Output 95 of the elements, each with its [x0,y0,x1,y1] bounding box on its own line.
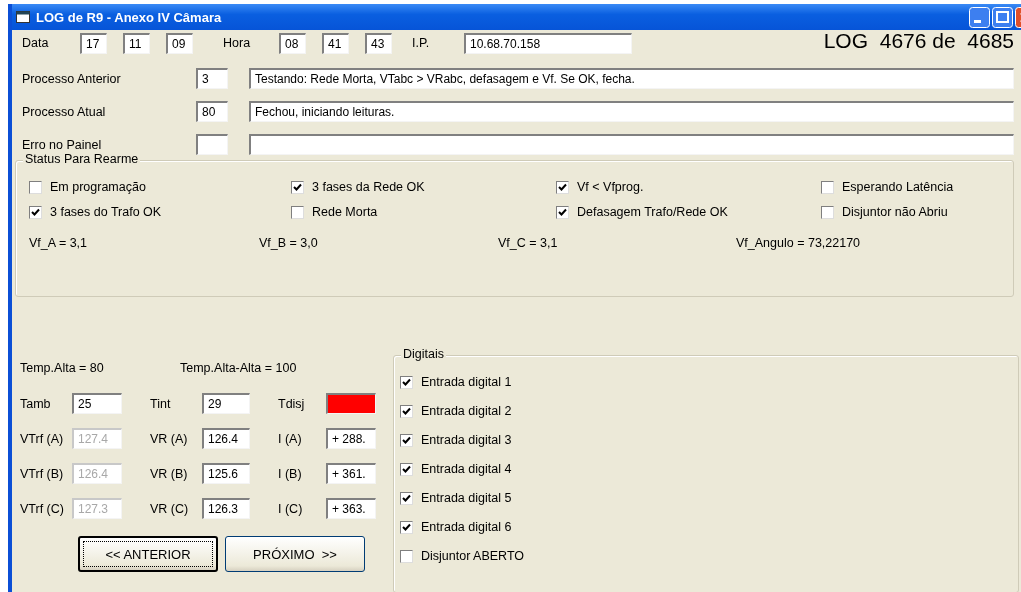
field-label: Processo Anterior [22,71,122,86]
input-field[interactable]: + 361. [326,463,376,484]
input-field[interactable]: Fechou, iniciando leituras. [249,101,1014,122]
checkbox-label: Entrada digital 1 [421,375,512,389]
input-field[interactable]: 25 [72,393,122,414]
checkbox[interactable] [821,180,834,194]
checkbox-label: 3 fases do Trafo OK [50,205,162,219]
input-field[interactable]: 29 [202,393,250,414]
log-counter: LOG 4676 de 4685 [823,29,1014,53]
check-icon [402,435,411,445]
field-label: Erro no Painel [22,137,103,152]
reading-text: Vf_A = 3,1 [29,236,89,250]
check-icon [402,493,411,503]
field-label: I (A) [278,431,303,446]
field-label: I (C) [278,501,304,516]
checkbox-label: Vf < Vfprog. [577,180,644,194]
checkbox-label: Esperando Latência [842,180,954,194]
checkbox-label: Entrada digital 5 [421,491,512,505]
checkbox[interactable] [291,205,304,219]
input-field[interactable]: + 288. [326,428,376,449]
field-label: VR (A) [150,431,189,446]
input-field[interactable]: 3 [196,68,228,89]
field-label: VTrf (C) [20,501,65,516]
reading-text: Vf_Angulo = 73,22170 [736,236,862,250]
input-field[interactable] [196,134,228,155]
checkbox[interactable] [821,205,834,219]
checkbox[interactable] [400,462,413,476]
temperature-limit: Temp.Alta-Alta = 100 [180,361,298,375]
check-icon [402,377,411,387]
field-label: Tint [150,396,172,411]
window-icon [16,11,30,23]
checkbox[interactable] [400,404,413,418]
field-label: Tdisj [278,396,306,411]
checkbox[interactable] [556,180,569,194]
checkbox-label: Rede Morta [312,205,378,219]
check-icon [402,464,411,474]
nav-button[interactable]: << ANTERIOR [78,536,218,572]
window-title: LOG de R9 - Anexo IV Câmara [36,9,222,25]
field-label: Data [22,36,50,50]
check-icon [558,182,567,192]
input-field[interactable]: + 363. [326,498,376,519]
checkbox-label: Entrada digital 3 [421,433,512,447]
input-field[interactable]: 41 [322,32,349,54]
input-field[interactable]: 08 [279,32,306,54]
checkbox[interactable] [556,205,569,219]
checkbox[interactable] [29,205,42,219]
checkbox-label: Disjuntor não Abriu [842,205,948,219]
checkbox[interactable] [400,520,413,534]
check-icon [402,522,411,532]
nav-button[interactable]: PRÓXIMO >> [225,536,365,572]
checkbox[interactable] [29,180,42,194]
checkbox[interactable] [400,549,413,563]
checkbox-label: Entrada digital 4 [421,462,512,476]
check-icon [293,182,302,192]
input-field[interactable] [326,393,376,414]
field-label: VTrf (A) [20,431,65,446]
checkbox-label: Defasagem Trafo/Rede OK [577,205,728,219]
input-field[interactable]: 43 [365,32,392,54]
group-title: Status Para Rearme [23,152,141,166]
reading-text: Vf_B = 3,0 [259,236,319,250]
field-label: I (B) [278,466,303,481]
checkbox[interactable] [291,180,304,194]
checkbox-label: Entrada digital 2 [421,404,512,418]
input-field[interactable]: Testando: Rede Morta, VTabc > VRabc, defasagem e Vf. Se OK, fecha. [249,68,1014,89]
field-label: I.P. [412,36,431,50]
maximize-icon[interactable] [992,6,1013,28]
group-title: Digitais [401,347,446,361]
reading-text: Vf_C = 3,1 [498,236,559,250]
input-field[interactable]: 80 [196,101,228,122]
checkbox[interactable] [400,491,413,505]
input-field[interactable]: 09 [166,32,193,54]
checkbox[interactable] [400,375,413,389]
input-field[interactable]: 10.68.70.158 [464,32,632,54]
input-field[interactable]: 126.4 [202,428,250,449]
checkbox-label: Disjuntor ABERTO [421,549,525,563]
input-field[interactable]: 126.3 [202,498,250,519]
field-label: Hora [223,36,252,50]
temperature-limit: Temp.Alta = 80 [20,361,105,375]
input-field[interactable]: 125.6 [202,463,250,484]
field-label: Tamb [20,396,52,411]
checkbox-label: Entrada digital 6 [421,520,512,534]
checkbox-label: Em programação [50,180,146,194]
check-icon [31,207,40,217]
input-field[interactable]: 11 [123,32,150,54]
field-label: Processo Atual [22,104,107,119]
field-label: VR (B) [150,466,189,481]
input-field[interactable] [249,134,1014,155]
checkbox-label: 3 fases da Rede OK [312,180,425,194]
field-label: VR (C) [150,501,190,516]
check-icon [558,207,567,217]
field-label: VTrf (B) [20,466,65,481]
minimize-icon[interactable] [969,6,990,28]
input-field[interactable]: 17 [80,32,107,54]
checkbox[interactable] [400,433,413,447]
check-icon [402,406,411,416]
